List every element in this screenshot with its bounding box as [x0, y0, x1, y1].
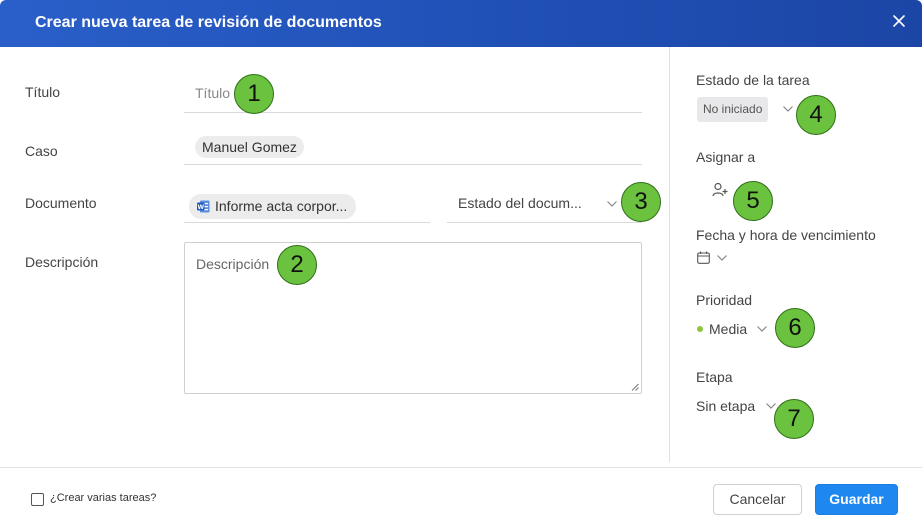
task-status-select[interactable]: No iniciado — [697, 97, 769, 122]
document-chip-label: Informe acta corpor... — [215, 198, 348, 214]
document-chip[interactable]: W Informe acta corpor... — [189, 194, 357, 219]
svg-text:W: W — [197, 204, 204, 211]
add-user-icon[interactable] — [712, 182, 729, 198]
document-label: Documento — [25, 195, 97, 211]
stage-label: Etapa — [696, 369, 733, 385]
calendar-icon[interactable] — [697, 251, 710, 264]
description-placeholder: Descripción — [196, 256, 270, 272]
save-button[interactable]: Guardar — [815, 484, 898, 515]
case-chip[interactable]: Manuel Gomez — [195, 136, 304, 158]
dialog-title: Crear nueva tarea de revisión de documen… — [35, 14, 382, 31]
priority-dot — [697, 326, 703, 332]
multiple-tasks-checkbox[interactable] — [31, 493, 44, 506]
priority-label: Prioridad — [696, 292, 753, 308]
resize-handle-icon[interactable] — [631, 383, 639, 391]
annotation-badge-2: 2 — [277, 245, 317, 285]
case-input-underline — [184, 164, 642, 165]
document-status-select[interactable]: Estado del docum... — [458, 195, 582, 211]
annotation-badge-6: 6 — [775, 308, 815, 348]
annotation-badge-3: 3 — [621, 182, 661, 222]
annotation-badge-7: 7 — [774, 399, 814, 439]
assign-label: Asignar a — [696, 149, 756, 165]
annotation-badge-1: 1 — [234, 74, 274, 114]
chevron-down-icon[interactable] — [766, 403, 776, 409]
word-document-icon: W — [197, 200, 210, 213]
chevron-down-icon[interactable] — [717, 255, 727, 261]
annotation-badge-5: 5 — [733, 181, 773, 221]
chevron-down-icon[interactable] — [607, 201, 617, 207]
due-date-label: Fecha y hora de vencimiento — [696, 227, 876, 243]
annotation-badge-4: 4 — [796, 95, 836, 135]
case-label: Caso — [25, 143, 58, 159]
multiple-tasks-label: ¿Crear varias tareas? — [50, 492, 157, 504]
cancel-button[interactable]: Cancelar — [713, 484, 802, 515]
panel-divider — [669, 47, 670, 462]
priority-select[interactable]: Media — [709, 321, 747, 337]
description-label: Descripción — [25, 254, 99, 270]
chevron-down-icon[interactable] — [783, 106, 793, 112]
chevron-down-icon[interactable] — [757, 326, 767, 332]
description-textarea[interactable]: Descripción — [184, 242, 642, 394]
dialog-header: Crear nueva tarea de revisión de documen… — [0, 0, 922, 47]
document-status-underline — [447, 222, 642, 223]
title-label: Título — [25, 84, 61, 100]
stage-select[interactable]: Sin etapa — [696, 398, 755, 414]
task-status-label: Estado de la tarea — [696, 72, 810, 88]
document-input-underline — [184, 222, 430, 223]
footer-divider — [0, 467, 922, 468]
title-input[interactable]: Título — [195, 85, 230, 101]
close-icon[interactable] — [890, 12, 908, 30]
